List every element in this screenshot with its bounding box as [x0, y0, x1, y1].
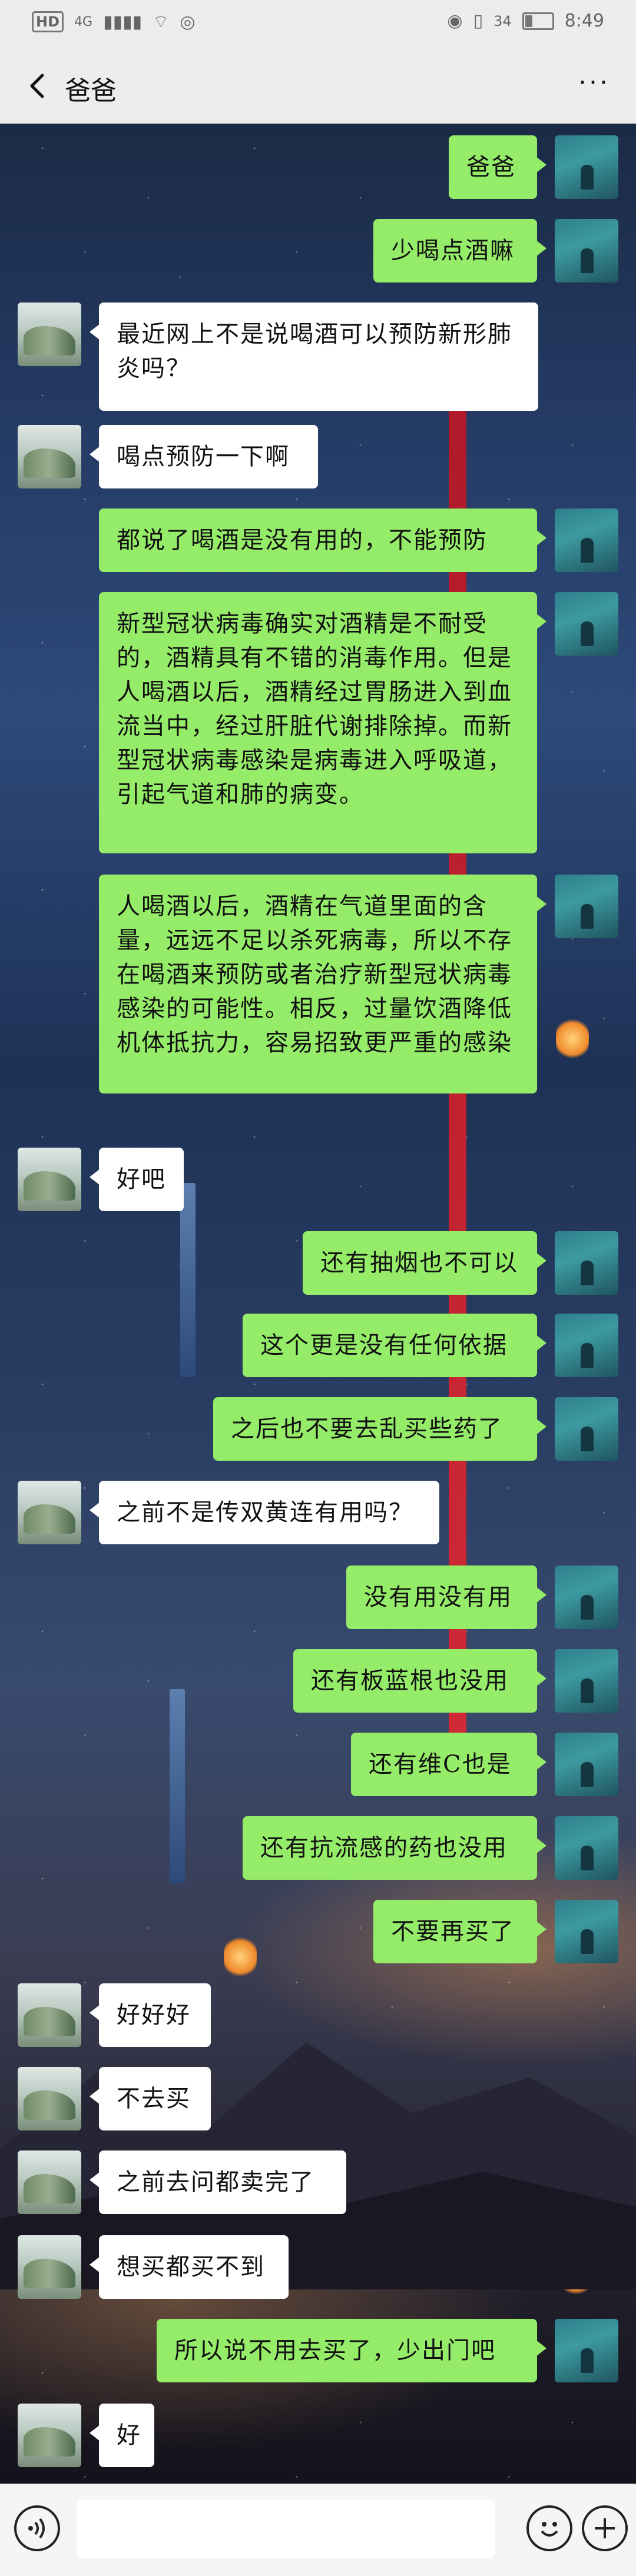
- my-avatar[interactable]: [555, 1733, 618, 1796]
- vibrate-icon: ▯: [473, 11, 483, 31]
- input-bar: [0, 2484, 636, 2576]
- my-avatar[interactable]: [555, 135, 618, 199]
- sent-message-bubble[interactable]: 爸爸: [449, 135, 546, 199]
- contact-avatar[interactable]: [18, 1481, 81, 1544]
- status-time: 8:49: [564, 11, 604, 31]
- battery-icon: [522, 12, 554, 30]
- more-options-icon[interactable]: ···: [578, 70, 610, 96]
- sent-message-bubble[interactable]: 都说了喝酒是没有用的，不能预防: [99, 508, 546, 572]
- sent-message-bubble[interactable]: 之后也不要去乱买些药了: [213, 1397, 546, 1461]
- message-row-sent: 还有板蓝根也没用: [0, 1649, 636, 1713]
- contact-avatar[interactable]: [18, 2150, 81, 2214]
- message-row-sent: 之后也不要去乱买些药了: [0, 1397, 636, 1461]
- sent-message-bubble[interactable]: 新型冠状病毒确实对酒精是不耐受的，酒精具有不错的消毒作用。但是人喝酒以后，酒精经…: [99, 592, 546, 853]
- my-avatar[interactable]: [555, 1565, 618, 1629]
- message-row-received: 最近网上不是说喝酒可以预防新形肺炎吗？: [0, 303, 636, 411]
- my-avatar[interactable]: [555, 508, 618, 572]
- back-arrow-icon[interactable]: [20, 68, 55, 104]
- my-avatar[interactable]: [555, 2319, 618, 2382]
- message-row-sent: 新型冠状病毒确实对酒精是不耐受的，酒精具有不错的消毒作用。但是人喝酒以后，酒精经…: [0, 592, 636, 853]
- message-row-received: 好好好: [0, 1983, 636, 2047]
- received-message-bubble[interactable]: 好: [90, 2404, 154, 2467]
- contact-avatar[interactable]: [18, 1148, 81, 1211]
- message-row-sent: 人喝酒以后，酒精在气道里面的含量，远远不足以杀死病毒，所以不存在喝酒来预防或者治…: [0, 875, 636, 1093]
- plus-icon[interactable]: [582, 2505, 628, 2551]
- message-row-sent: 这个更是没有任何依据: [0, 1314, 636, 1377]
- received-message-bubble[interactable]: 最近网上不是说喝酒可以预防新形肺炎吗？: [90, 303, 538, 411]
- plus-sign-icon: [595, 2518, 615, 2538]
- received-message-bubble[interactable]: 之前不是传双黄连有用吗？: [90, 1481, 439, 1544]
- my-avatar[interactable]: [555, 1900, 618, 1963]
- eye-icon: ◉: [447, 11, 463, 31]
- received-message-bubble[interactable]: 不去买: [90, 2067, 211, 2130]
- my-avatar[interactable]: [555, 1231, 618, 1295]
- my-avatar[interactable]: [555, 1397, 618, 1461]
- message-row-received: 之前去问都卖完了: [0, 2150, 636, 2214]
- voice-icon[interactable]: [14, 2505, 60, 2551]
- emoji-icon[interactable]: [526, 2505, 572, 2551]
- wifi-icon: ⌔: [153, 12, 170, 32]
- contact-avatar[interactable]: [18, 2404, 81, 2467]
- message-row-received: 好吧: [0, 1148, 636, 1211]
- message-row-received: 想买都买不到: [0, 2235, 636, 2299]
- received-message-bubble[interactable]: 想买都买不到: [90, 2235, 289, 2299]
- my-avatar[interactable]: [555, 1314, 618, 1377]
- message-row-received: 喝点预防一下啊: [0, 425, 636, 488]
- chat-header: 爸爸 ···: [0, 47, 636, 124]
- message-row-received: 好: [0, 2404, 636, 2467]
- smiley-face-icon: [541, 2522, 558, 2537]
- status-bar: HD 4G ▮▮▮▮ ⌔ ◎ ◉ ▯ 34 8:49: [0, 0, 636, 47]
- chat-title: 爸爸: [65, 76, 117, 106]
- message-row-sent: 所以说不用去买了，少出门吧: [0, 2319, 636, 2382]
- hd-indicator: HD: [32, 11, 64, 32]
- voice-waves-icon: [28, 2518, 45, 2539]
- sent-message-bubble[interactable]: 还有板蓝根也没用: [293, 1649, 546, 1713]
- received-message-bubble[interactable]: 之前去问都卖完了: [90, 2150, 346, 2214]
- contact-avatar[interactable]: [18, 2067, 81, 2130]
- sync-icon: ◎: [180, 11, 196, 32]
- message-row-sent: 没有用没有用: [0, 1565, 636, 1629]
- my-avatar[interactable]: [555, 1816, 618, 1880]
- contact-avatar[interactable]: [18, 2235, 81, 2299]
- received-message-bubble[interactable]: 好吧: [90, 1148, 184, 1211]
- sent-message-bubble[interactable]: 少喝点酒嘛: [373, 219, 546, 282]
- message-row-sent: 不要再买了: [0, 1900, 636, 1963]
- my-avatar[interactable]: [555, 1649, 618, 1713]
- sent-message-bubble[interactable]: 人喝酒以后，酒精在气道里面的含量，远远不足以杀死病毒，所以不存在喝酒来预防或者治…: [99, 875, 546, 1093]
- signal-icon: ▮▮▮▮: [103, 11, 143, 32]
- contact-avatar[interactable]: [18, 1983, 81, 2047]
- message-row-sent: 还有抽烟也不可以: [0, 1231, 636, 1295]
- message-input[interactable]: [77, 2499, 495, 2558]
- message-row-sent: 还有维C也是: [0, 1733, 636, 1796]
- message-row-received: 之前不是传双黄连有用吗？: [0, 1481, 636, 1544]
- sent-message-bubble[interactable]: 这个更是没有任何依据: [243, 1314, 546, 1377]
- message-row-sent: 爸爸: [0, 135, 636, 199]
- sent-message-bubble[interactable]: 还有维C也是: [351, 1733, 546, 1796]
- contact-avatar[interactable]: [18, 303, 81, 366]
- message-row-sent: 都说了喝酒是没有用的，不能预防: [0, 508, 636, 572]
- signal-label: 4G: [74, 14, 93, 29]
- status-left: HD 4G ▮▮▮▮ ⌔ ◎: [32, 11, 196, 33]
- sent-message-bubble[interactable]: 所以说不用去买了，少出门吧: [157, 2319, 546, 2382]
- received-message-bubble[interactable]: 好好好: [90, 1983, 211, 2047]
- sent-message-bubble[interactable]: 还有抗流感的药也没用: [243, 1816, 546, 1880]
- battery-percent: 34: [493, 12, 512, 29]
- contact-avatar[interactable]: [18, 425, 81, 488]
- sent-message-bubble[interactable]: 还有抽烟也不可以: [303, 1231, 546, 1295]
- sent-message-bubble[interactable]: 没有用没有用: [346, 1565, 546, 1629]
- message-row-sent: 少喝点酒嘛: [0, 219, 636, 282]
- message-row-received: 不去买: [0, 2067, 636, 2130]
- received-message-bubble[interactable]: 喝点预防一下啊: [90, 425, 318, 488]
- chat-area[interactable]: 爸爸少喝点酒嘛最近网上不是说喝酒可以预防新形肺炎吗？ 喝点预防一下啊都说了喝酒是没…: [0, 124, 636, 2484]
- status-right: ◉ ▯ 34 8:49: [447, 11, 604, 31]
- my-avatar[interactable]: [555, 592, 618, 656]
- my-avatar[interactable]: [555, 875, 618, 938]
- sent-message-bubble[interactable]: 不要再买了: [373, 1900, 546, 1963]
- message-row-sent: 还有抗流感的药也没用: [0, 1816, 636, 1880]
- my-avatar[interactable]: [555, 219, 618, 282]
